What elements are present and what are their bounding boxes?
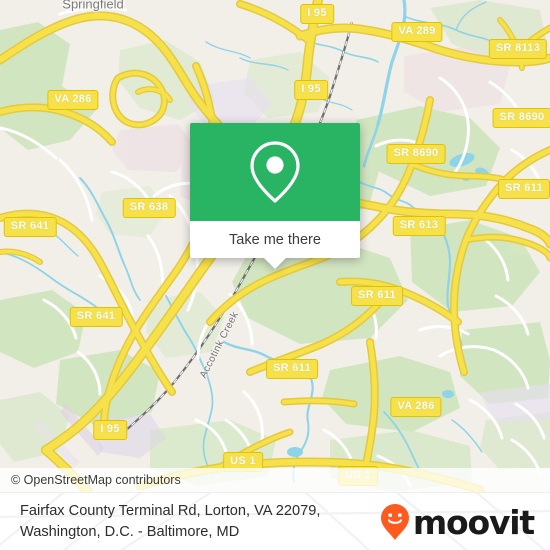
road-shield-sr8690[interactable]: SR 8690 bbox=[386, 144, 446, 164]
road-shield-i95-mid[interactable]: I 95 bbox=[294, 80, 328, 100]
map-pin-icon bbox=[250, 141, 300, 203]
road-shield-va286-northwest[interactable]: VA 286 bbox=[47, 90, 99, 110]
destination-popup-card[interactable]: Take me there bbox=[190, 123, 360, 269]
road-shield-sr611-south[interactable]: SR 611 bbox=[266, 359, 318, 379]
road-shield-i95-north[interactable]: I 95 bbox=[300, 4, 334, 24]
road-shield-sr611-mid[interactable]: SR 611 bbox=[351, 286, 403, 306]
road-shield-sr8690-east[interactable]: SR 8690 bbox=[492, 108, 550, 128]
map-canvas[interactable]: Springfield Accotink Creek I 95 VA 289 S… bbox=[0, 0, 550, 492]
road-shield-sr641-west[interactable]: SR 641 bbox=[3, 217, 57, 237]
map-attribution-bar: © OpenStreetMap contributors bbox=[0, 468, 550, 492]
popup-pointer-tail bbox=[264, 258, 286, 269]
take-me-there-button[interactable]: Take me there bbox=[190, 221, 360, 258]
moovit-map-screenshot: Springfield Accotink Creek I 95 VA 289 S… bbox=[0, 0, 550, 550]
road-shield-sr638[interactable]: SR 638 bbox=[122, 198, 176, 218]
road-shield-sr641-south[interactable]: SR 641 bbox=[69, 307, 123, 327]
road-shield-sr613[interactable]: SR 613 bbox=[392, 216, 446, 236]
take-me-there-label: Take me there bbox=[229, 231, 321, 248]
road-shield-sr8113[interactable]: SR 8113 bbox=[488, 39, 548, 59]
footer-bar: Fairfax County Terminal Rd, Lorton, VA 2… bbox=[0, 492, 550, 550]
road-shield-va286-southeast[interactable]: VA 286 bbox=[390, 397, 442, 417]
moovit-logo[interactable]: moovit bbox=[380, 493, 535, 550]
address-line-2: Washington, D.C. - Baltimore, MD bbox=[20, 524, 240, 540]
address-line-1: Fairfax County Terminal Rd, Lorton, VA 2… bbox=[20, 503, 321, 519]
osm-attribution-text[interactable]: © OpenStreetMap contributors bbox=[0, 473, 181, 487]
popup-icon-area bbox=[190, 123, 360, 221]
location-address: Fairfax County Terminal Rd, Lorton, VA 2… bbox=[20, 493, 320, 550]
moovit-wordmark: moovit bbox=[412, 502, 535, 542]
road-shield-va289[interactable]: VA 289 bbox=[391, 22, 443, 42]
road-shield-i95-south[interactable]: I 95 bbox=[93, 420, 127, 440]
road-shield-sr611-east[interactable]: SR 611 bbox=[498, 179, 550, 199]
moovit-pin-icon bbox=[380, 504, 409, 540]
place-label-springfield: Springfield bbox=[62, 0, 124, 12]
